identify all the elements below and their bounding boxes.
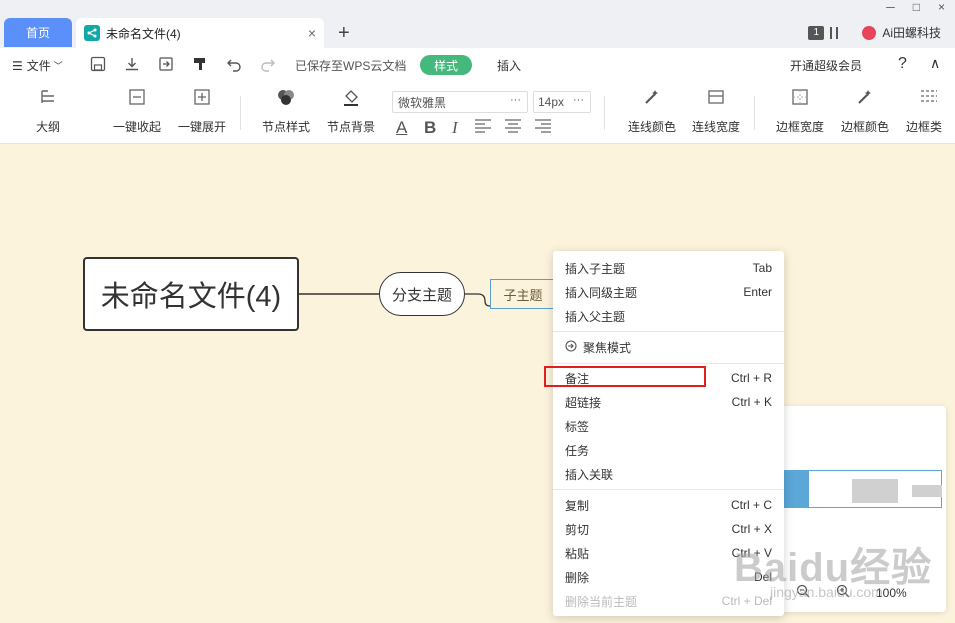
shortcut-label: Ctrl + X xyxy=(731,522,772,536)
branch-topic[interactable]: 分支主题 xyxy=(379,272,465,316)
menu-item-label: 超链接 xyxy=(565,395,602,410)
menu-item-label: 任务 xyxy=(565,443,590,458)
menu-item-label: 复制 xyxy=(565,498,590,513)
menu-item-delete-current[interactable]: 删除当前主题 Ctrl + Del xyxy=(553,590,784,612)
menu-item-hyperlink[interactable]: 超链接 Ctrl + K xyxy=(553,391,784,413)
menu-item-copy[interactable]: 复制 Ctrl + C xyxy=(553,494,784,516)
menu-item-insert-child[interactable]: 插入子主题 Tab xyxy=(553,257,784,279)
annotation-highlight-box xyxy=(544,366,706,387)
shortcut-label: Ctrl + R xyxy=(730,371,772,385)
menu-item-label: 剪切 xyxy=(565,522,590,537)
sub-topic[interactable]: 子主题 xyxy=(490,279,556,309)
menu-divider xyxy=(553,331,784,332)
menu-item-label: 标签 xyxy=(565,419,590,434)
menu-item-label: 删除当前主题 xyxy=(565,594,638,609)
menu-item-insert-parent[interactable]: 插入父主题 xyxy=(553,305,784,327)
menu-item-tag[interactable]: 标签 xyxy=(553,415,784,437)
shortcut-label: Enter xyxy=(743,285,772,299)
focus-icon xyxy=(565,339,577,355)
menu-divider xyxy=(553,363,784,364)
shortcut-label: Ctrl + Del xyxy=(721,594,772,608)
shortcut-label: Ctrl + K xyxy=(731,395,772,409)
minimap-node xyxy=(912,485,942,497)
menu-item-focus-mode[interactable]: 聚焦模式 xyxy=(553,336,784,358)
watermark-url: jingyan.baidu.com xyxy=(770,584,883,600)
menu-item-label: 删除 xyxy=(565,570,590,585)
menu-item-label: 插入关联 xyxy=(565,467,614,482)
menu-item-insert-sibling[interactable]: 插入同级主题 Enter xyxy=(553,281,784,303)
menu-item-label: 聚焦模式 xyxy=(583,340,632,355)
menu-item-label: 插入同级主题 xyxy=(565,285,638,300)
minimap-node xyxy=(784,470,809,508)
shortcut-label: Tab xyxy=(752,261,772,275)
menu-item-label: 粘贴 xyxy=(565,546,590,561)
root-topic[interactable]: 未命名文件(4) xyxy=(83,257,299,331)
minimap-node xyxy=(852,479,898,503)
menu-item-task[interactable]: 任务 xyxy=(553,439,784,461)
menu-item-insert-relation[interactable]: 插入关联 xyxy=(553,463,784,485)
menu-item-label: 插入子主题 xyxy=(565,261,626,276)
menu-divider xyxy=(553,489,784,490)
menu-item-label: 插入父主题 xyxy=(565,309,626,324)
shortcut-label: Ctrl + C xyxy=(730,498,772,512)
